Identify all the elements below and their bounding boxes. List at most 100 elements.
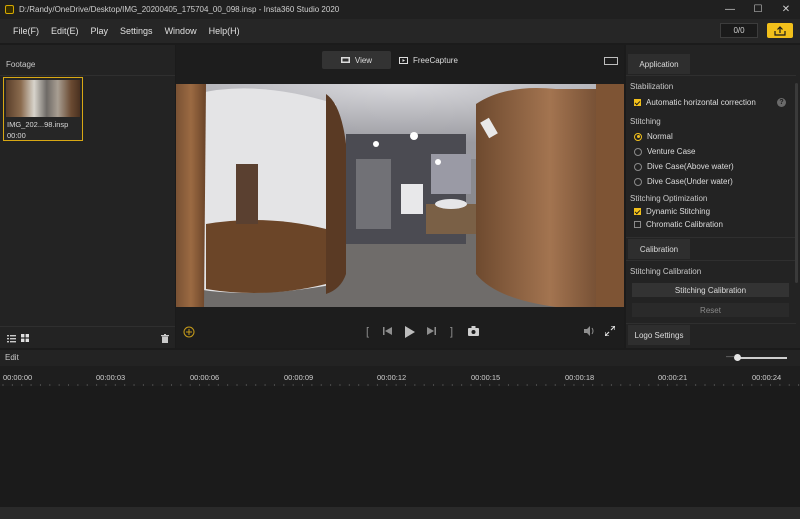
trash-icon[interactable] — [161, 334, 169, 343]
divider — [0, 75, 175, 76]
time-tick-label: 00:00:00 — [3, 373, 33, 382]
help-icon[interactable]: ? — [777, 98, 786, 107]
close-button[interactable]: ✕ — [772, 0, 800, 19]
mark-out-button[interactable]: ] — [450, 326, 453, 338]
radio-icon — [634, 147, 642, 156]
view-mode-label: View — [354, 55, 373, 65]
footage-title: Footage — [6, 60, 36, 69]
view-mode-button[interactable]: View — [322, 51, 391, 69]
footage-toolbar — [0, 326, 175, 348]
play-icon[interactable] — [404, 326, 415, 338]
time-tick-label: 00:00:03 — [96, 373, 126, 382]
footage-item[interactable]: IMG_202...98.insp 00:00 — [3, 77, 83, 141]
zoom-slider-track[interactable] — [737, 357, 787, 359]
stitching-optimization-heading: Stitching Optimization — [630, 194, 708, 203]
grid-view-icon[interactable] — [21, 334, 29, 342]
stitching-option-dive-above[interactable]: Dive Case(Above water) — [634, 162, 734, 171]
timeline-ruler[interactable]: 00:00:00 00:00:03 00:00:06 00:00:09 00:0… — [0, 366, 800, 386]
footage-panel: Footage IMG_202...98.insp 00:00 — [0, 45, 175, 348]
tab-logo-settings[interactable]: Logo Settings — [628, 325, 690, 345]
ruler-ticks — [2, 384, 800, 386]
fullscreen-icon[interactable] — [605, 326, 615, 336]
stitching-option-dive-under[interactable]: Dive Case(Under water) — [634, 177, 733, 186]
edit-label: Edit — [5, 353, 19, 362]
auto-horizontal-label: Automatic horizontal correction — [646, 98, 756, 107]
dynamic-stitching-label: Dynamic Stitching — [646, 207, 711, 216]
menu-settings[interactable]: Settings — [120, 26, 153, 36]
menu-play[interactable]: Play — [91, 26, 109, 36]
time-tick-label: 00:00:15 — [471, 373, 501, 382]
freecapture-button[interactable]: FreeCapture — [399, 51, 458, 69]
viewer-panel: View FreeCapture [] — [176, 45, 624, 348]
reset-button[interactable]: Reset — [632, 303, 789, 317]
chromatic-calibration-checkbox[interactable]: Chromatic Calibration — [634, 220, 723, 229]
divider — [626, 75, 796, 76]
time-tick-label: 00:00:06 — [190, 373, 220, 382]
menu-bar: File(F) Edit(E) Play Settings Window Hel… — [0, 19, 800, 43]
radio-icon — [634, 162, 642, 171]
maximize-button[interactable]: ☐ — [744, 0, 772, 19]
stitching-calibration-heading: Stitching Calibration — [630, 267, 702, 276]
window-title: D:/Randy/OneDrive/Desktop/IMG_20200405_1… — [19, 5, 340, 14]
settings-scrollbar[interactable] — [795, 83, 798, 283]
stitching-option-normal[interactable]: Normal — [634, 132, 673, 141]
time-tick-label: 00:00:09 — [284, 373, 314, 382]
export-button[interactable] — [767, 23, 793, 38]
timeline-horizontal-scrollbar[interactable] — [0, 507, 800, 519]
footage-duration: 00:00 — [7, 131, 26, 140]
previous-frame-icon[interactable] — [383, 326, 393, 336]
export-icon — [774, 25, 786, 36]
zoom-out-button[interactable]: — — [726, 352, 734, 361]
title-bar: D:/Randy/OneDrive/Desktop/IMG_20200405_1… — [0, 0, 800, 19]
snapshot-icon[interactable] — [468, 326, 479, 336]
stitching-option-venture-case[interactable]: Venture Case — [634, 147, 695, 156]
checkbox-icon — [634, 221, 641, 228]
stitching-option-label: Normal — [647, 132, 673, 141]
volume-icon[interactable] — [584, 326, 595, 336]
radio-icon — [634, 177, 642, 186]
mark-in-button[interactable]: [ — [366, 326, 369, 338]
settings-panel: Application Stabilization Automatic hori… — [626, 45, 800, 348]
menu-file[interactable]: File(F) — [13, 26, 39, 36]
footage-filename: IMG_202...98.insp — [7, 120, 69, 129]
panorama-preview[interactable] — [176, 84, 624, 307]
menu-window[interactable]: Window — [165, 26, 197, 36]
menu-help[interactable]: Help(H) — [209, 26, 240, 36]
stitching-option-label: Dive Case(Under water) — [647, 177, 733, 186]
time-tick-label: 00:00:24 — [752, 373, 782, 382]
footage-thumbnail — [6, 80, 80, 117]
stitching-calibration-button[interactable]: Stitching Calibration — [632, 283, 789, 297]
radio-selected-icon — [634, 132, 642, 141]
time-tick-label: 00:00:21 — [658, 373, 688, 382]
divider — [626, 260, 796, 261]
panorama-image — [176, 84, 624, 307]
tab-calibration[interactable]: Calibration — [628, 239, 690, 259]
auto-horizontal-checkbox[interactable]: Automatic horizontal correction — [634, 98, 756, 107]
zoom-slider-handle[interactable] — [734, 354, 741, 361]
freecapture-icon — [399, 56, 408, 64]
playback-controls: [ ] — [176, 322, 624, 342]
checkbox-checked-icon — [634, 208, 641, 215]
window-controls: — ☐ ✕ — [716, 0, 800, 19]
aspect-ratio-icon[interactable] — [604, 57, 618, 65]
time-tick-label: 00:00:18 — [565, 373, 595, 382]
keyframe-add-icon[interactable] — [183, 326, 195, 338]
next-frame-icon[interactable] — [426, 326, 436, 336]
freecapture-label: FreeCapture — [413, 55, 458, 65]
list-view-icon[interactable] — [7, 334, 16, 343]
edit-header: Edit — — [0, 350, 800, 366]
stabilization-heading: Stabilization — [630, 82, 674, 91]
minimize-button[interactable]: — — [716, 0, 744, 19]
divider — [626, 323, 796, 324]
task-count-badge[interactable]: 0/0 — [720, 23, 758, 38]
timeline-track-area[interactable] — [0, 388, 800, 507]
menu-edit[interactable]: Edit(E) — [51, 26, 79, 36]
time-tick-label: 00:00:12 — [377, 373, 407, 382]
stitching-heading: Stitching — [630, 117, 661, 126]
view-icon — [340, 57, 350, 63]
app-logo-icon — [5, 5, 14, 14]
dynamic-stitching-checkbox[interactable]: Dynamic Stitching — [634, 207, 710, 216]
tab-application[interactable]: Application — [628, 54, 690, 74]
checkbox-checked-icon — [634, 99, 641, 106]
stitching-option-label: Dive Case(Above water) — [647, 162, 734, 171]
